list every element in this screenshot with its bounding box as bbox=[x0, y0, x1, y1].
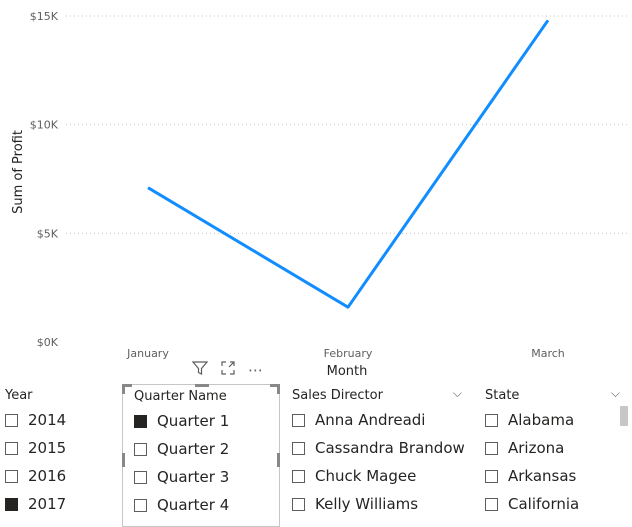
slicer-scrollbar[interactable] bbox=[620, 406, 628, 426]
resize-handle-top-left-v[interactable] bbox=[122, 384, 125, 394]
slicer-item-label: Cassandra Brandow bbox=[315, 439, 465, 457]
slicer-title: Quarter Name bbox=[134, 389, 227, 404]
checkbox[interactable] bbox=[5, 413, 18, 427]
checkbox[interactable] bbox=[292, 469, 305, 483]
slicer-sales-director: Sales Director ⌵ Anna Andreadi Cassandra … bbox=[287, 384, 472, 527]
slicer-item[interactable]: 2016 bbox=[5, 465, 66, 487]
checkbox[interactable] bbox=[485, 441, 498, 455]
x-tick-label: March bbox=[531, 347, 565, 360]
y-tick-label: $15K bbox=[30, 10, 59, 23]
slicer-item[interactable]: Chuck Magee bbox=[292, 465, 416, 487]
slicer-title: Sales Director bbox=[292, 388, 383, 403]
checkbox[interactable] bbox=[134, 498, 147, 512]
checkbox[interactable] bbox=[5, 441, 18, 455]
resize-handle-right[interactable] bbox=[277, 453, 280, 467]
series-line[interactable] bbox=[147, 19, 550, 309]
slicer-item[interactable]: Alabama bbox=[485, 409, 574, 431]
checkbox[interactable] bbox=[485, 497, 498, 511]
slicer-year: Year 2014 2015 2016 2017 bbox=[0, 384, 118, 527]
slicer-item[interactable]: Quarter 1 bbox=[134, 410, 229, 432]
slicer-item[interactable]: 2015 bbox=[5, 437, 66, 459]
slicer-item-label: Quarter 3 bbox=[157, 468, 230, 486]
checkbox[interactable] bbox=[134, 470, 147, 484]
slicer-title: Year bbox=[5, 388, 33, 403]
slicer-item[interactable]: Cassandra Brandow bbox=[292, 437, 465, 459]
slicer-item[interactable]: California bbox=[485, 493, 579, 515]
slicer-item[interactable]: Quarter 2 bbox=[134, 438, 229, 460]
resize-handle-top-right-v[interactable] bbox=[277, 384, 280, 394]
x-tick-label: January bbox=[126, 347, 169, 360]
slicer-item[interactable]: Quarter 4 bbox=[134, 494, 229, 516]
more-options-icon[interactable]: ⋯ bbox=[248, 361, 263, 379]
slicer-quarter-name: Quarter Name Quarter 1 Quarter 2 Quarter 3… bbox=[122, 384, 280, 527]
checkbox[interactable] bbox=[5, 469, 18, 483]
checkbox[interactable] bbox=[292, 441, 305, 455]
slicer-item-label: 2017 bbox=[28, 495, 67, 513]
slicer-item-label: Arkansas bbox=[508, 467, 577, 485]
slicer-item-label: 2016 bbox=[28, 467, 67, 485]
y-axis-label: Sum of Profit bbox=[11, 130, 26, 214]
checkbox[interactable] bbox=[292, 497, 305, 511]
slicer-item-label: Alabama bbox=[508, 411, 575, 429]
checkbox[interactable] bbox=[485, 469, 498, 483]
slicer-item[interactable]: Kelly Williams bbox=[292, 493, 418, 515]
slicer-item-label: California bbox=[508, 495, 580, 513]
chevron-down-icon[interactable]: ⌵ bbox=[611, 386, 620, 401]
chevron-down-icon[interactable]: ⌵ bbox=[453, 386, 462, 401]
visual-header-toolbar: ⋯ bbox=[191, 360, 263, 380]
slicer-title: State bbox=[485, 388, 520, 403]
x-axis-label: Month bbox=[327, 364, 368, 379]
x-tick-label: February bbox=[324, 347, 373, 360]
slicer-item[interactable]: Arkansas bbox=[485, 465, 576, 487]
slicer-item-label: Anna Andreadi bbox=[315, 411, 426, 429]
y-tick-label: $0K bbox=[37, 336, 59, 349]
slicer-item-label: Arizona bbox=[508, 439, 565, 457]
line-chart[interactable]: $0K $5K $10K $15K January February March Sum … bbox=[0, 0, 632, 380]
checkbox[interactable] bbox=[134, 442, 147, 456]
checkbox-checked[interactable] bbox=[5, 497, 18, 511]
resize-handle-left[interactable] bbox=[122, 453, 125, 467]
slicer-item[interactable]: Anna Andreadi bbox=[292, 409, 425, 431]
slicer-item[interactable]: 2014 bbox=[5, 409, 66, 431]
y-tick-label: $5K bbox=[37, 227, 59, 240]
slicer-item[interactable]: 2017 bbox=[5, 493, 66, 515]
slicer-item-label: Quarter 1 bbox=[157, 412, 230, 430]
slicer-item-label: Quarter 2 bbox=[157, 440, 230, 458]
slicer-item[interactable]: Arizona bbox=[485, 437, 564, 459]
filter-icon[interactable] bbox=[191, 360, 209, 380]
resize-handle-top[interactable] bbox=[195, 384, 209, 387]
slicer-item-label: Quarter 4 bbox=[157, 496, 230, 514]
slicer-state: State ⌵ Alabama Arizona Arkansas California bbox=[480, 384, 632, 527]
slicer-item-label: Chuck Magee bbox=[315, 467, 417, 485]
y-tick-label: $10K bbox=[30, 119, 59, 132]
slicer-item[interactable]: Quarter 3 bbox=[134, 466, 229, 488]
slicer-item-label: 2015 bbox=[28, 439, 67, 457]
slicer-item-label: Kelly Williams bbox=[315, 495, 419, 513]
checkbox-checked[interactable] bbox=[134, 414, 147, 428]
focus-mode-icon[interactable] bbox=[220, 360, 236, 380]
checkbox[interactable] bbox=[292, 413, 305, 427]
slicer-item-label: 2014 bbox=[28, 411, 67, 429]
checkbox[interactable] bbox=[485, 413, 498, 427]
